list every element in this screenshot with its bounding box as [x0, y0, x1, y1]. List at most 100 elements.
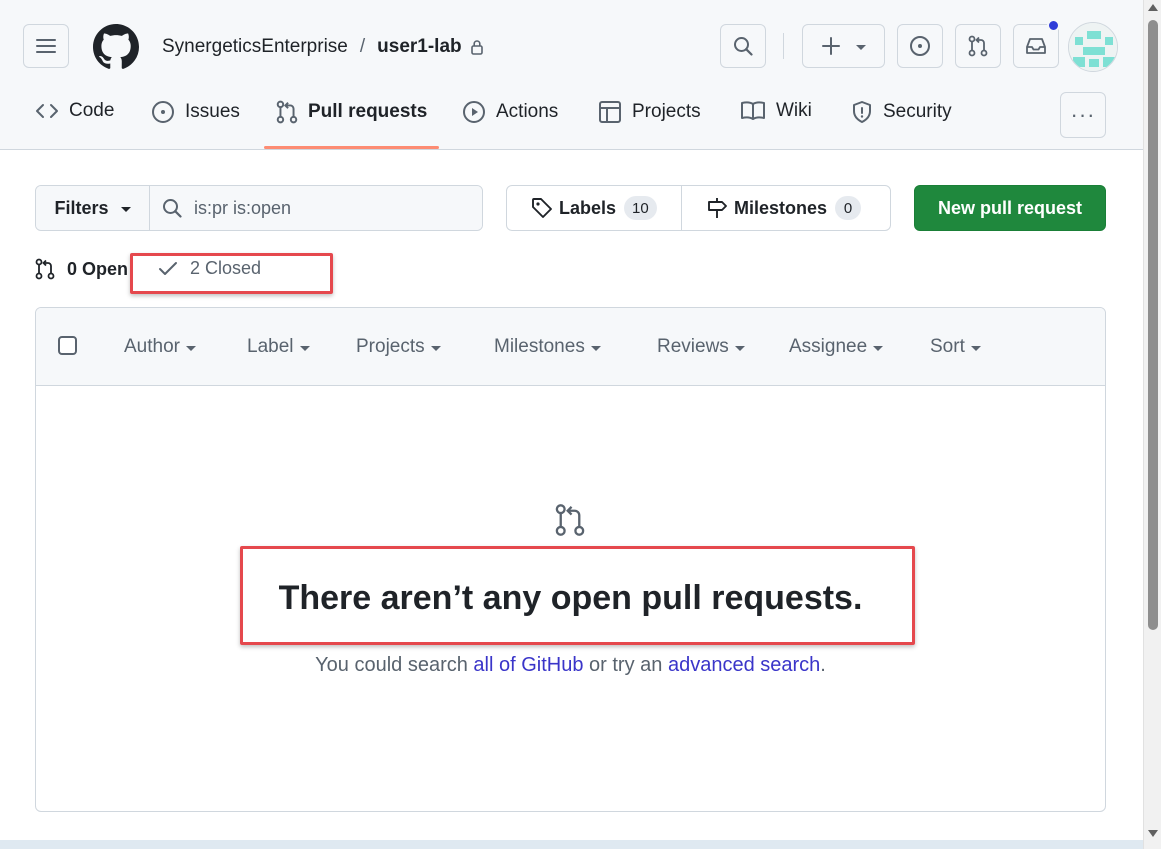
reviews-filter-label: Reviews — [657, 336, 729, 357]
page-scrollbar[interactable] — [1143, 0, 1161, 849]
reviews-filter-dropdown[interactable]: Reviews — [657, 336, 745, 358]
empty-state-prefix: You could search — [315, 654, 474, 676]
labels-count-badge: 10 — [624, 196, 657, 220]
projects-filter-dropdown[interactable]: Projects — [356, 336, 441, 358]
breadcrumb: SynergeticsEnterprise / user1-lab — [162, 36, 484, 58]
search-icon — [163, 199, 182, 218]
tab-projects-label: Projects — [632, 101, 701, 122]
chevron-down-icon — [430, 345, 441, 351]
issue-opened-icon — [910, 36, 930, 56]
filters-dropdown-button[interactable]: Filters — [36, 186, 150, 230]
sort-dropdown[interactable]: Sort — [930, 336, 981, 358]
create-new-button[interactable] — [802, 24, 885, 68]
filter-bar: Filters — [35, 185, 483, 231]
git-pull-request-icon — [276, 100, 298, 124]
check-icon — [159, 261, 177, 275]
window-bottom-edge — [0, 840, 1143, 849]
select-all-checkbox[interactable] — [58, 336, 77, 355]
new-pull-request-button[interactable]: New pull request — [914, 185, 1106, 231]
filter-search-box[interactable] — [150, 186, 482, 230]
tag-icon — [532, 198, 552, 218]
scroll-up-arrow-icon[interactable] — [1148, 4, 1158, 11]
tab-wiki[interactable]: Wiki — [740, 100, 812, 122]
all-of-github-link[interactable]: all of GitHub — [473, 654, 583, 676]
git-pull-request-icon — [35, 258, 55, 280]
global-search-button[interactable] — [720, 24, 766, 68]
milestone-icon — [708, 198, 727, 218]
active-tab-underline — [264, 146, 439, 149]
milestones-filter-label: Milestones — [494, 336, 585, 357]
tab-issues[interactable]: Issues — [151, 100, 240, 124]
tab-security[interactable]: Security — [851, 100, 952, 124]
breadcrumb-owner[interactable]: SynergeticsEnterprise — [162, 36, 348, 58]
hamburger-menu-button[interactable] — [23, 24, 69, 68]
assignee-filter-dropdown[interactable]: Assignee — [789, 336, 884, 358]
advanced-search-link[interactable]: advanced search — [668, 654, 820, 676]
breadcrumb-repo[interactable]: user1-lab — [377, 36, 461, 58]
hamburger-menu-icon — [36, 39, 56, 53]
your-pull-requests-button[interactable] — [955, 24, 1001, 68]
plus-icon — [821, 37, 840, 55]
new-pull-request-label: New pull request — [937, 197, 1083, 218]
label-filter-dropdown[interactable]: Label — [247, 336, 310, 358]
projects-filter-label: Projects — [356, 336, 425, 357]
pull-request-list: Author Label Projects Milestones Reviews… — [35, 307, 1106, 812]
github-mark-icon[interactable] — [93, 24, 139, 70]
issue-opened-icon — [152, 101, 174, 123]
git-pull-request-icon — [555, 504, 585, 536]
more-tabs-button[interactable]: ··· — [1060, 92, 1106, 138]
chevron-down-icon — [970, 345, 981, 351]
tab-pull-requests-label: Pull requests — [308, 101, 428, 122]
empty-state-suffix: . — [820, 654, 826, 676]
labels-button-label: Labels — [559, 197, 617, 218]
avatar[interactable] — [1068, 22, 1118, 72]
milestones-count-badge: 0 — [835, 196, 862, 220]
header-divider — [783, 33, 784, 59]
label-filter-label: Label — [247, 336, 294, 357]
play-icon — [463, 101, 485, 123]
closed-filter-link[interactable]: 2 Closed — [158, 258, 261, 279]
filter-search-input[interactable] — [194, 197, 474, 219]
empty-state-description: You could search all of GitHub or try an… — [36, 654, 1105, 677]
tab-pull-requests[interactable]: Pull requests — [276, 100, 427, 124]
tab-actions-label: Actions — [496, 101, 559, 122]
lock-icon — [470, 39, 484, 55]
scrollbar-thumb[interactable] — [1148, 20, 1158, 630]
tab-issues-label: Issues — [185, 101, 240, 122]
kebab-horizontal-icon: ··· — [1070, 102, 1096, 127]
chevron-down-icon — [734, 345, 745, 351]
tab-code-label: Code — [69, 100, 115, 121]
app-header: SynergeticsEnterprise / user1-lab Code I… — [0, 0, 1143, 150]
chevron-down-icon — [873, 345, 884, 351]
milestones-button[interactable]: Milestones 0 — [682, 186, 885, 230]
chevron-down-icon — [855, 44, 866, 50]
tab-actions[interactable]: Actions — [462, 100, 558, 124]
notification-dot — [1047, 19, 1060, 32]
list-header: Author Label Projects Milestones Reviews… — [36, 308, 1105, 386]
chevron-down-icon — [590, 345, 601, 351]
labels-button[interactable]: Labels 10 — [507, 186, 682, 230]
chevron-down-icon — [120, 206, 131, 212]
tab-code[interactable]: Code — [35, 100, 114, 122]
milestones-button-label: Milestones — [734, 197, 828, 218]
chevron-down-icon — [299, 345, 310, 351]
chevron-down-icon — [185, 345, 196, 351]
book-icon — [741, 101, 765, 120]
table-icon — [599, 101, 621, 123]
open-count-label: 0 Open — [67, 258, 129, 279]
empty-state-middle: or try an — [583, 654, 668, 676]
sort-label: Sort — [930, 336, 965, 357]
milestones-filter-dropdown[interactable]: Milestones — [494, 336, 601, 358]
filters-button-label: Filters — [54, 197, 109, 218]
assignee-filter-label: Assignee — [789, 336, 868, 357]
scroll-down-arrow-icon[interactable] — [1148, 830, 1158, 837]
tab-security-label: Security — [883, 101, 952, 122]
inbox-icon — [1026, 38, 1046, 54]
closed-count-label: 2 Closed — [190, 258, 262, 278]
search-icon — [734, 37, 753, 56]
tab-projects[interactable]: Projects — [598, 100, 701, 124]
shield-icon — [853, 101, 871, 123]
your-issues-button[interactable] — [897, 24, 943, 68]
author-filter-dropdown[interactable]: Author — [124, 336, 196, 358]
open-filter-link[interactable]: 0 Open — [35, 258, 128, 280]
